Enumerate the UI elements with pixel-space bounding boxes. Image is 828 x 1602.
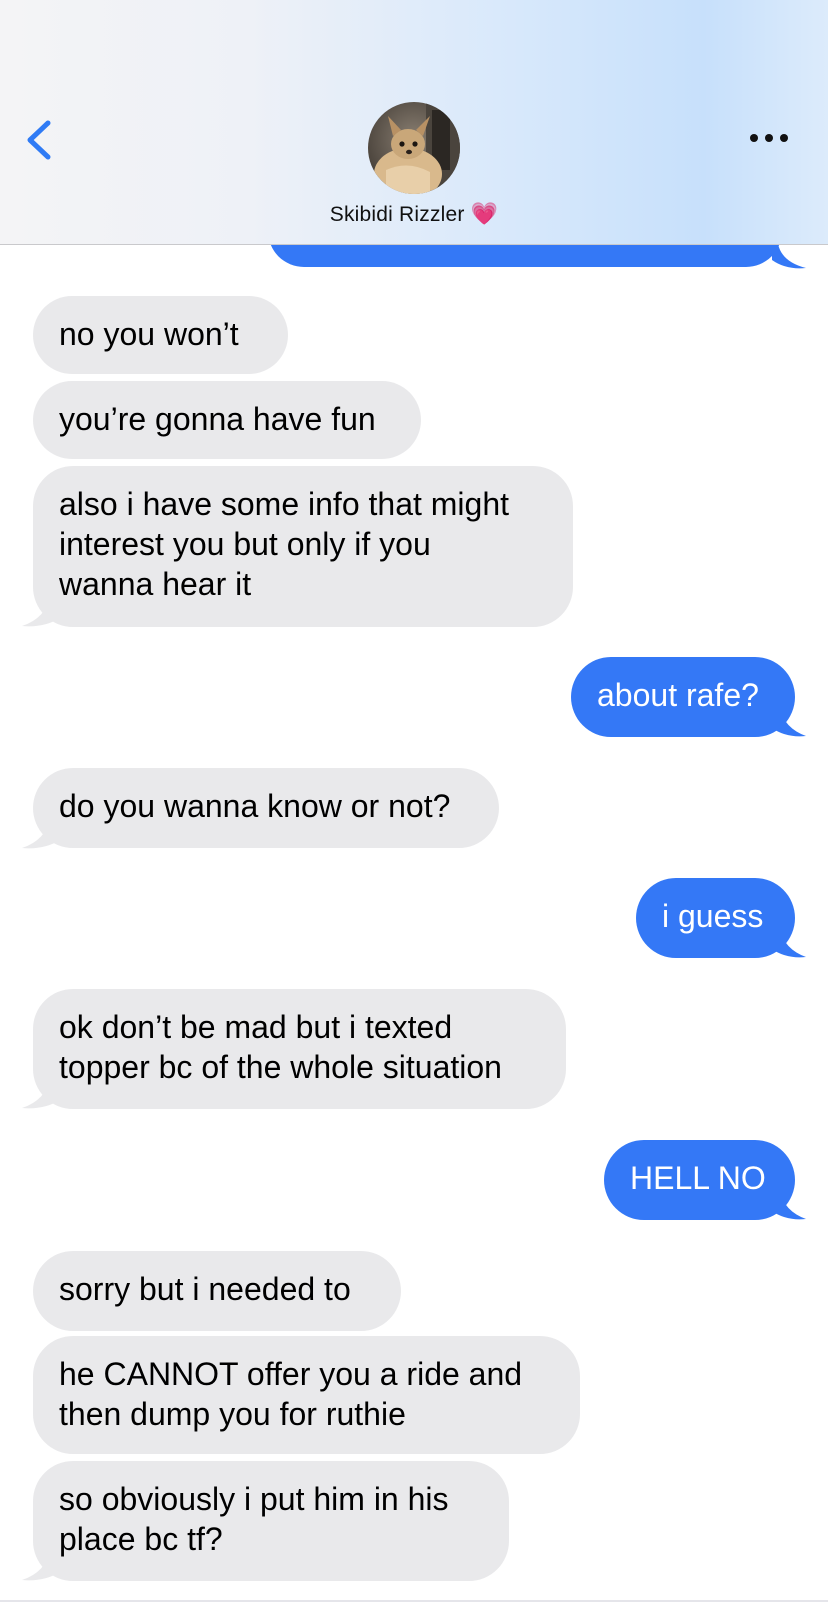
message-text: you’re gonna have fun [59,401,376,437]
message-text: sorry but i needed to [59,1271,351,1307]
message-bubble-incoming[interactable]: no you won’t [33,296,288,374]
contact-name[interactable]: Skibidi Rizzler 💗 [0,201,828,227]
message-text-line: ok don’t be mad but i texted [59,1009,453,1045]
message-text-line: interest you but only if you [59,526,431,562]
contact-avatar[interactable] [368,102,460,194]
chevron-left-icon [27,120,51,160]
conversation-header: Skibidi Rizzler 💗 [0,0,828,245]
message-bubble-incoming[interactable]: do you wanna know or not? [33,768,499,848]
message-text-line: wanna hear it [59,566,252,602]
message-bubble-incoming[interactable]: so obviously i put him in his place bc t… [33,1461,509,1581]
more-options-button[interactable] [746,124,792,152]
message-text: HELL NO [630,1160,766,1196]
message-bubble-incoming[interactable]: you’re gonna have fun [33,381,421,459]
message-bubble-incoming[interactable]: ok don’t be mad but i texted topper bc o… [33,989,566,1109]
avatar-image [368,102,460,194]
back-button[interactable] [22,115,62,165]
message-bubble-incoming[interactable]: also i have some info that might interes… [33,466,573,627]
message-text-line: he CANNOT offer you a ride and [59,1356,523,1392]
message-text-line: topper bc of the whole situation [59,1049,502,1085]
message-text-line: also i have some info that might [59,486,510,522]
message-bubble-incoming[interactable]: sorry but i needed to [33,1251,401,1331]
message-bubble-incoming[interactable]: he CANNOT offer you a ride and then dump… [33,1336,580,1454]
message-bubble-outgoing[interactable]: i guess [636,878,795,958]
message-bubble-outgoing[interactable]: about rafe? [571,657,795,737]
message-text-line: place bc tf? [59,1521,223,1557]
message-bubble-outgoing[interactable]: HELL NO [604,1140,795,1220]
ellipsis-icon [750,134,788,142]
message-text-line: so obviously i put him in his [59,1481,449,1517]
message-text: do you wanna know or not? [59,788,451,824]
message-text: i guess [662,898,764,934]
message-text-line: then dump you for ruthie [59,1396,406,1432]
contact-name-text: Skibidi Rizzler [329,203,465,226]
bubble-tail [772,244,806,269]
heart-emoji: 💗 [470,201,499,226]
message-text: about rafe? [597,677,759,713]
message-text: no you won’t [59,316,239,352]
